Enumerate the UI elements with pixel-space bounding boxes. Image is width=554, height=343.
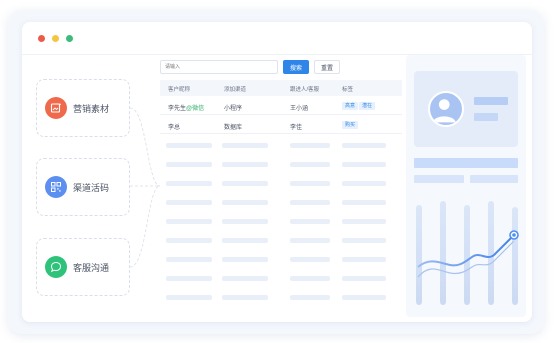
skeleton-bar [290,200,330,205]
trend-chart-graphic [416,201,519,305]
column-header-owner: 跟进人/客服 [290,87,320,93]
skeleton-bar [342,162,386,167]
skeleton-bar [290,295,330,300]
chart-column [464,205,470,305]
skeleton-bar [222,162,268,167]
skeleton-bar [290,181,330,186]
column-header-nickname: 客户昵称 [168,87,191,93]
chat-bubble-icon [45,256,67,278]
cell-channel: 小程序 [224,106,243,112]
skeleton-bar [222,238,268,243]
search-button[interactable]: 搜索 [283,60,309,74]
close-window-icon[interactable] [38,35,45,42]
cell-channel: 数据库 [224,125,243,131]
nickname-suffix: @微信 [186,106,205,112]
reset-button[interactable]: 重置 [314,60,340,74]
image-sparkle-icon [45,97,67,119]
skeleton-bar [342,276,386,281]
profile-detail-placeholder [474,113,498,121]
maximize-window-icon[interactable] [66,35,73,42]
customer-profile-panel [406,55,526,317]
column-header-channel: 添加渠道 [224,87,247,93]
profile-info-placeholder [470,175,518,183]
channel-card-qrcode[interactable]: 渠道活码 [36,158,130,216]
profile-info-placeholder [414,175,464,183]
chart-point-dot [512,233,516,237]
skeleton-bar [166,257,212,262]
tag-badge: 潜在 [359,102,376,110]
skeleton-bar [166,276,212,281]
profile-card [414,71,518,147]
skeleton-bar [222,219,268,224]
skeleton-bar [290,162,330,167]
skeleton-bar [166,181,212,186]
channel-card-service[interactable]: 客服沟通 [36,238,130,296]
skeleton-bar [166,238,212,243]
tag-badge: 高意 [342,102,359,110]
skeleton-bar [166,295,212,300]
skeleton-bar [290,257,330,262]
skeleton-bar [222,276,268,281]
skeleton-bar [342,200,386,205]
chart-column [512,207,518,305]
user-icon [432,99,456,123]
skeleton-bar [342,143,386,148]
cell-owner: 李佳 [290,125,303,131]
profile-name-placeholder [474,97,508,105]
avatar [428,91,464,127]
cell-nickname: 李总 [168,125,181,131]
skeleton-bar [290,143,330,148]
channel-label: 渠道活码 [73,182,110,193]
channel-label: 营销素材 [73,103,110,114]
skeleton-bar [166,143,212,148]
table-header: 客户昵称 添加渠道 跟进人/客服 标签 [160,80,402,96]
skeleton-bar [222,143,268,148]
app-window: 营销素材 渠道活码 客服沟通 搜索 重置 客户昵称 添加渠道 跟进人/客服 标签… [22,22,532,322]
skeleton-bar [290,276,330,281]
cell-nickname: 李先生@微信 [168,103,204,112]
minimize-window-icon[interactable] [52,35,59,42]
skeleton-bar [342,238,386,243]
channel-card-marketing[interactable]: 营销素材 [36,79,130,137]
cell-owner: 王小涵 [290,106,309,112]
skeleton-bar [342,181,386,186]
qr-code-icon [45,176,67,198]
skeleton-bar [342,295,386,300]
skeleton-bar [222,181,268,186]
skeleton-bar [342,219,386,224]
skeleton-bar [166,200,212,205]
skeleton-bar [342,257,386,262]
skeleton-bar [290,238,330,243]
tag-badge: 购买 [342,121,359,129]
skeleton-bar [222,200,268,205]
skeleton-bar [290,219,330,224]
chart-column [416,205,422,305]
skeleton-bar [222,295,268,300]
search-input[interactable] [160,60,278,74]
skeleton-bar [222,257,268,262]
column-header-tags: 标签 [342,87,354,93]
table-row[interactable]: 李先生@微信 小程序 王小涵 高意 潜在 [160,97,402,115]
nickname-text: 李先生 [168,106,187,112]
channel-label: 客服沟通 [73,262,110,273]
chart-column [440,201,446,305]
skeleton-bar [166,162,212,167]
table-row[interactable]: 李总 数据库 李佳 购买 [160,116,402,134]
chart-column [488,201,494,305]
profile-info-placeholder [414,158,518,168]
skeleton-bar [166,219,212,224]
